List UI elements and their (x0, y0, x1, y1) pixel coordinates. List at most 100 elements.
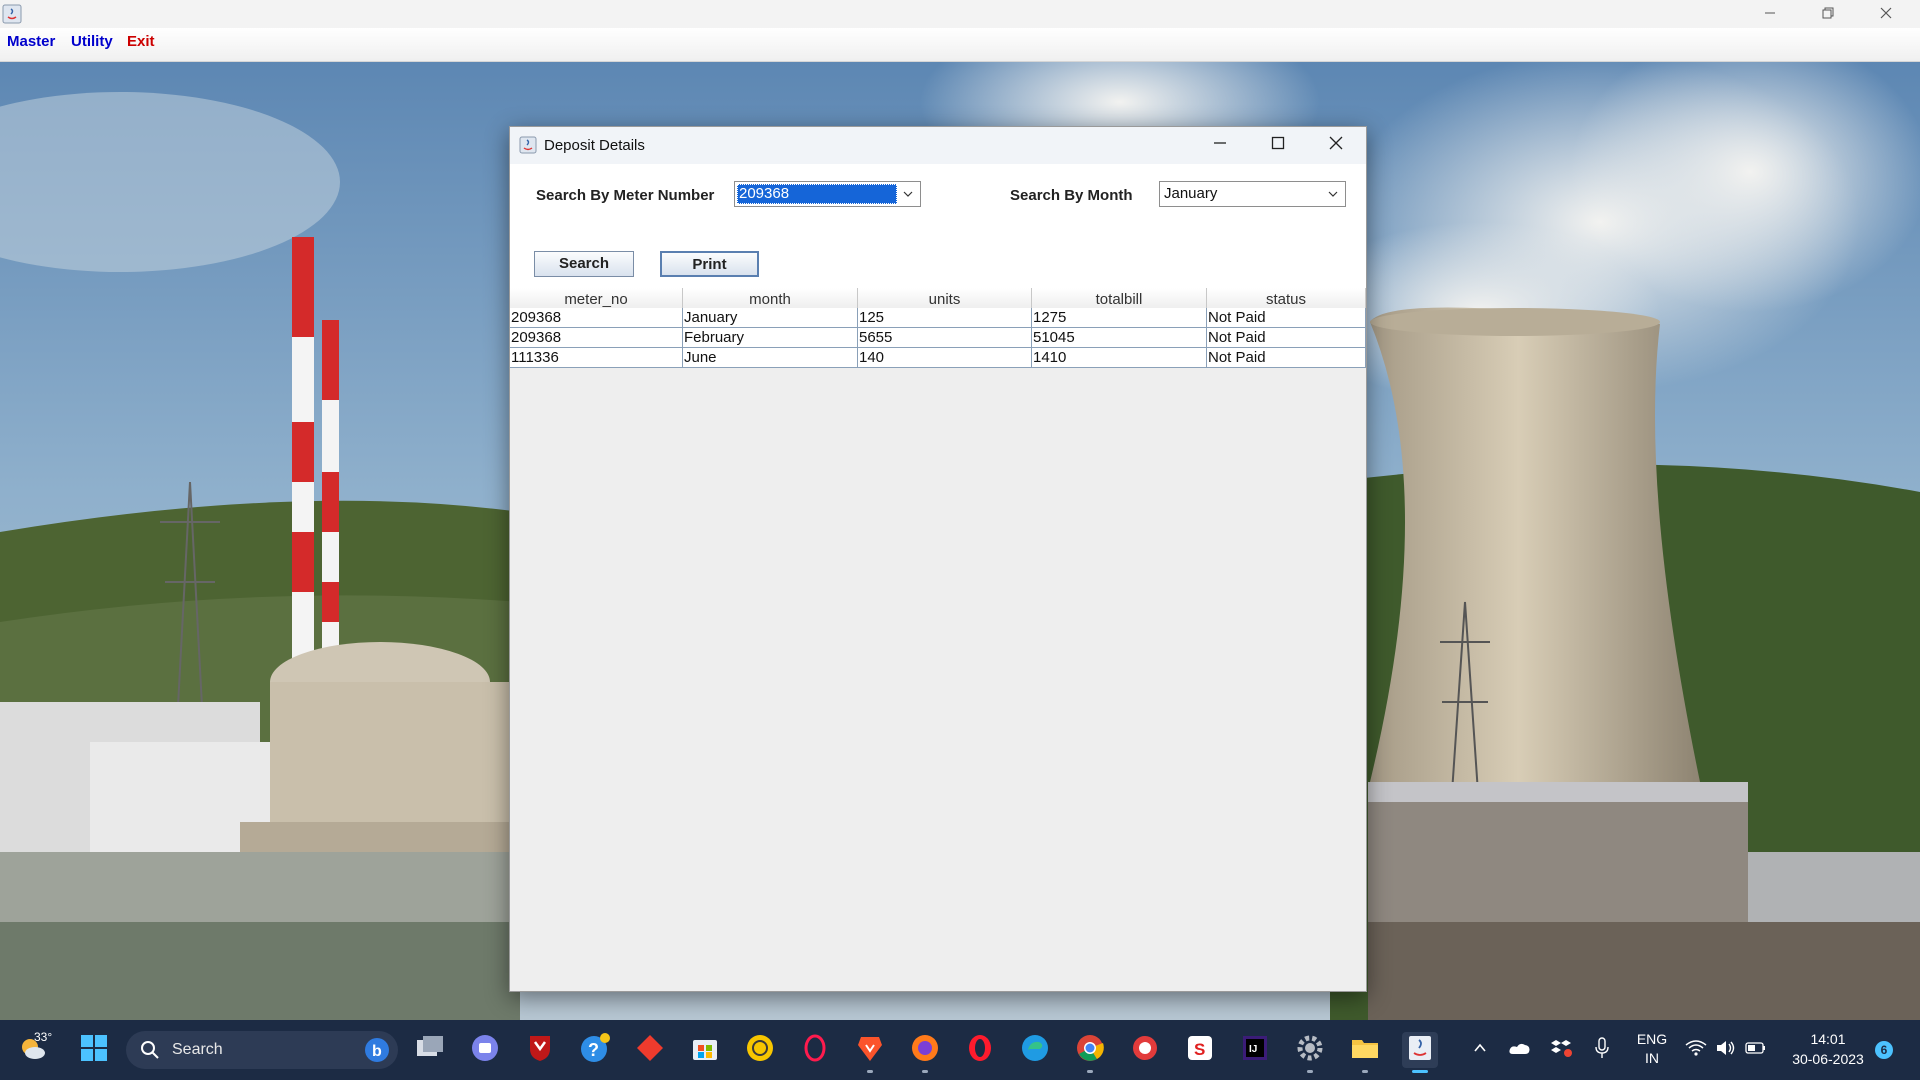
opera-button[interactable] (962, 1032, 998, 1068)
weather-temp: 33° (34, 1030, 53, 1044)
dialog-minimize-button[interactable] (1191, 127, 1249, 164)
running-indicator (922, 1070, 928, 1073)
firefox-button[interactable] (907, 1032, 943, 1073)
chrome-button[interactable] (1072, 1032, 1108, 1073)
onedrive-button[interactable] (1506, 1032, 1534, 1068)
remote-desktop-icon (1130, 1033, 1160, 1068)
opera-gx-button[interactable] (797, 1032, 833, 1068)
wifi-icon (1685, 1039, 1707, 1062)
microphone-button[interactable] (1588, 1032, 1616, 1068)
svg-text:?: ? (588, 1040, 599, 1060)
dialog-title: Deposit Details (544, 137, 645, 154)
help-button[interactable]: ? (577, 1032, 613, 1068)
cell-totalbill: 51045 (1032, 328, 1207, 348)
help-icon: ? (579, 1032, 611, 1069)
microphone-icon (1594, 1036, 1610, 1064)
cell-status: Not Paid (1207, 308, 1366, 328)
sublime-button[interactable]: S (1182, 1032, 1218, 1068)
store-icon (690, 1033, 720, 1068)
month-label: Search By Month (1010, 187, 1133, 204)
dropbox-button[interactable] (1548, 1032, 1576, 1068)
cell-status: Not Paid (1207, 328, 1366, 348)
chevron-down-icon (1323, 184, 1343, 204)
weather-widget[interactable]: 33° (10, 1030, 54, 1068)
firefox-icon (910, 1033, 940, 1068)
cell-status: Not Paid (1207, 348, 1366, 368)
cell-units: 140 (858, 348, 1032, 368)
windows-logo-icon (80, 1034, 108, 1067)
notification-badge[interactable]: 6 (1875, 1041, 1893, 1059)
brave-button[interactable] (852, 1032, 888, 1073)
month-select[interactable]: January (1159, 181, 1346, 207)
menu-bar: Master Utility Exit (0, 28, 1920, 62)
running-indicator (867, 1070, 873, 1073)
close-icon (1329, 136, 1343, 155)
mcafee-button[interactable] (522, 1032, 558, 1068)
running-indicator (1087, 1070, 1093, 1073)
svg-text:b: b (372, 1043, 382, 1060)
table-row[interactable]: 209368 January 125 1275 Not Paid (510, 308, 1366, 328)
bing-icon: b (364, 1037, 390, 1068)
active-indicator (1412, 1070, 1428, 1073)
edge-button[interactable] (1017, 1032, 1053, 1068)
microsoft-store-button[interactable] (687, 1032, 723, 1068)
taskbar: 33° Search b ? S IJ ENG IN 14:01 30-06-2… (0, 1020, 1920, 1080)
dialog-titlebar: Deposit Details (510, 127, 1366, 164)
battery-button[interactable] (1742, 1032, 1770, 1068)
wifi-button[interactable] (1682, 1032, 1710, 1068)
cell-month: February (683, 328, 858, 348)
restore-button[interactable] (1799, 0, 1857, 28)
task-view-icon (415, 1035, 445, 1066)
table-header-row: meter_no month units totalbill status (510, 288, 1366, 312)
file-explorer-button[interactable] (1347, 1032, 1383, 1073)
print-button[interactable]: Print (660, 251, 759, 277)
dialog-maximize-button[interactable] (1249, 127, 1307, 164)
search-button[interactable]: Search (534, 251, 634, 277)
table-row[interactable]: 209368 February 5655 51045 Not Paid (510, 328, 1366, 348)
sublime-text-icon: S (1185, 1033, 1215, 1068)
battery-icon (1745, 1041, 1767, 1060)
language-indicator[interactable]: ENG (1634, 1031, 1670, 1047)
search-placeholder: Search (172, 1041, 223, 1058)
settings-button[interactable] (1292, 1032, 1328, 1073)
java-app-taskbar-button[interactable] (1402, 1032, 1438, 1073)
meter-number-value: 209368 (739, 185, 790, 202)
task-view-button[interactable] (412, 1032, 448, 1068)
dialog-close-button[interactable] (1307, 127, 1365, 164)
cell-totalbill: 1410 (1032, 348, 1207, 368)
intellij-button[interactable]: IJ (1237, 1032, 1273, 1068)
clock-time[interactable]: 14:01 (1786, 1031, 1870, 1047)
cell-meter-no: 209368 (510, 308, 683, 328)
chevron-down-icon (898, 184, 918, 204)
meter-number-select[interactable]: 209368 (734, 181, 921, 207)
show-hidden-icons-button[interactable] (1466, 1032, 1494, 1068)
dropbox-icon (1551, 1038, 1573, 1063)
java-app-icon (519, 136, 537, 154)
volume-button[interactable] (1712, 1032, 1740, 1068)
close-icon (1880, 6, 1892, 22)
java-app-icon (2, 4, 22, 24)
menu-utility[interactable]: Utility (71, 33, 113, 50)
region-indicator[interactable]: IN (1634, 1050, 1670, 1066)
close-button[interactable] (1857, 0, 1915, 28)
remote-desktop-button[interactable] (1127, 1032, 1163, 1068)
chat-icon (470, 1033, 500, 1068)
taskbar-search-box[interactable]: Search b (126, 1031, 398, 1069)
minimize-button[interactable] (1741, 0, 1799, 28)
clock-date[interactable]: 30-06-2023 (1782, 1051, 1874, 1067)
deposit-details-dialog: Deposit Details Search By Meter Number 2… (509, 126, 1367, 992)
menu-exit[interactable]: Exit (127, 33, 155, 50)
opera-gx-icon (800, 1033, 830, 1068)
table-row[interactable]: 111336 June 140 1410 Not Paid (510, 348, 1366, 368)
svg-text:IJ: IJ (1249, 1044, 1257, 1055)
restore-icon (1822, 6, 1834, 22)
norton-button[interactable] (742, 1032, 778, 1068)
intellij-icon: IJ (1240, 1033, 1270, 1068)
chevron-up-icon (1472, 1040, 1488, 1061)
month-value: January (1164, 185, 1218, 202)
teams-chat-button[interactable] (467, 1032, 503, 1068)
start-button[interactable] (76, 1032, 112, 1068)
menu-master[interactable]: Master (7, 33, 55, 50)
anydesk-button[interactable] (632, 1032, 668, 1068)
speaker-icon (1715, 1039, 1737, 1062)
